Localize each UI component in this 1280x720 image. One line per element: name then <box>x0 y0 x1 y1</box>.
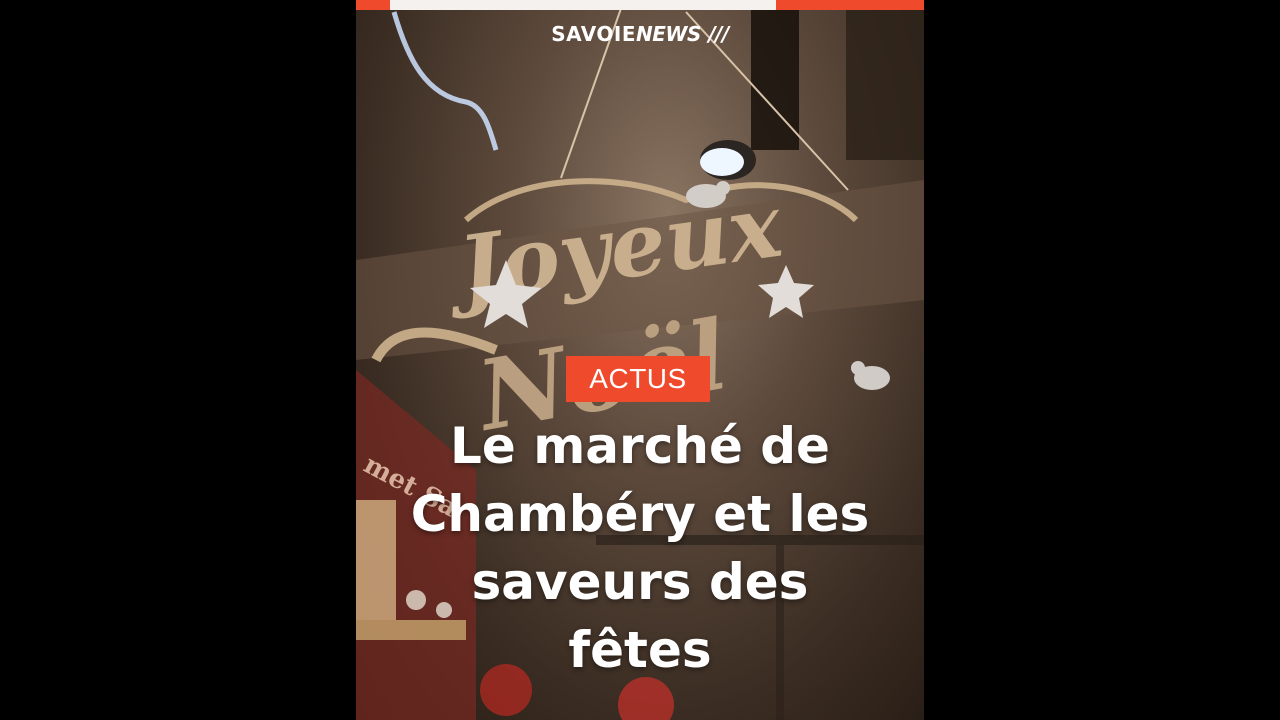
story-progress-bar <box>356 0 924 10</box>
headline-line: saveurs des <box>471 553 809 611</box>
savoie-news-logo: SAVOIENEWS /// <box>356 22 924 46</box>
logo-slashes-text: /// <box>708 22 729 46</box>
story-progress-segment-right <box>776 0 924 10</box>
headline-line: fêtes <box>568 621 712 679</box>
video-frame[interactable]: met Sa Joyeux Noël <box>356 0 924 720</box>
logo-accent-text: NEWS <box>636 22 701 46</box>
headline-line: Le marché de <box>450 417 830 475</box>
logo-main-text: SAVOIE <box>551 22 636 46</box>
category-badge: ACTUS <box>566 356 710 402</box>
headline-line: Chambéry et les <box>410 485 870 543</box>
story-progress-segment-left <box>356 0 391 10</box>
bird-icon <box>851 361 890 390</box>
spotlight-icon <box>700 140 756 180</box>
story-headline: Le marché de Chambéry et les saveurs des… <box>356 412 924 684</box>
